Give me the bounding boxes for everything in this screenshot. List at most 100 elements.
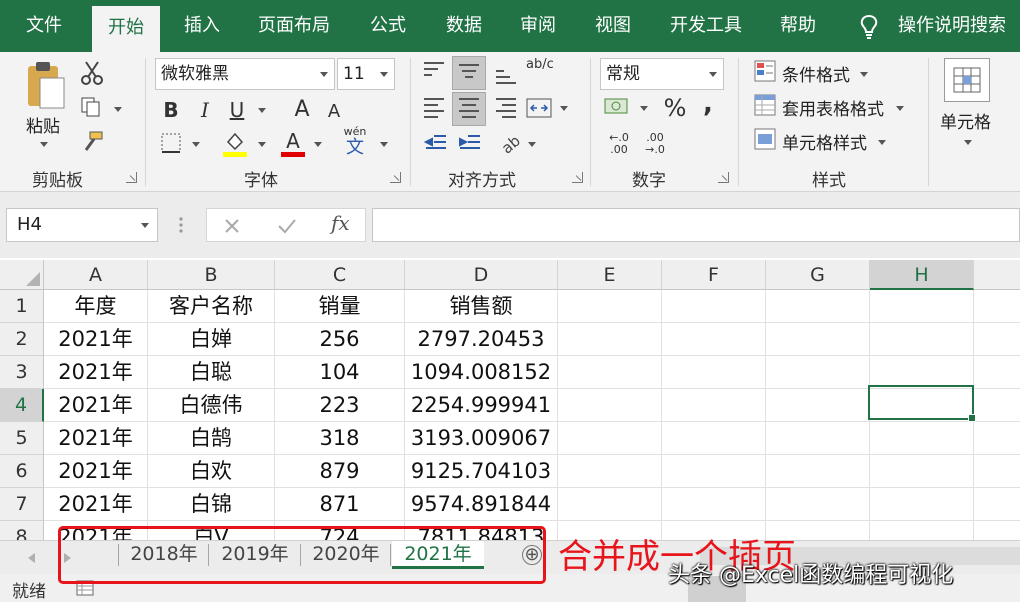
tab-developer[interactable]: 开发工具 bbox=[670, 0, 742, 52]
align-left-icon[interactable] bbox=[424, 98, 444, 122]
cell-g1[interactable] bbox=[766, 290, 870, 323]
cell-c6[interactable]: 879 bbox=[275, 455, 405, 488]
cell-a7[interactable]: 2021年 bbox=[44, 488, 148, 521]
cell-f6[interactable] bbox=[662, 455, 766, 488]
column-header-h[interactable]: H bbox=[870, 260, 974, 290]
merge-dropdown-icon[interactable] bbox=[560, 106, 568, 111]
row-header-8[interactable]: 8 bbox=[0, 521, 44, 540]
table-format-dropdown-icon[interactable] bbox=[896, 106, 904, 111]
cell-g5[interactable] bbox=[766, 422, 870, 455]
cell-g6[interactable] bbox=[766, 455, 870, 488]
column-header-g[interactable]: G bbox=[766, 260, 870, 290]
column-header-e[interactable]: E bbox=[558, 260, 662, 290]
row-header-6[interactable]: 6 bbox=[0, 455, 44, 488]
increase-decimal-button[interactable]: ←.0 .00 bbox=[604, 132, 634, 156]
cell-h7[interactable] bbox=[870, 488, 974, 521]
cell-h5[interactable] bbox=[870, 422, 974, 455]
alignment-launcher-icon[interactable] bbox=[572, 172, 583, 183]
cell-c2[interactable]: 256 bbox=[275, 323, 405, 356]
font-color-icon[interactable]: A bbox=[280, 130, 306, 158]
cell-c4[interactable]: 223 bbox=[275, 389, 405, 422]
align-right-icon[interactable] bbox=[496, 98, 516, 122]
cell-e5[interactable] bbox=[558, 422, 662, 455]
cell-b7[interactable]: 白锦 bbox=[148, 488, 275, 521]
orientation-dropdown-icon[interactable] bbox=[528, 142, 536, 147]
row-header-4[interactable]: 4 bbox=[0, 389, 44, 422]
underline-button[interactable]: U bbox=[226, 98, 248, 122]
font-color-dropdown-icon[interactable] bbox=[314, 142, 322, 147]
column-header-f[interactable]: F bbox=[662, 260, 766, 290]
cells-dropdown-icon[interactable] bbox=[964, 140, 972, 145]
row-header-2[interactable]: 2 bbox=[0, 323, 44, 356]
comma-style-button[interactable]: , bbox=[700, 91, 716, 117]
formula-input[interactable] bbox=[372, 208, 1020, 242]
drag-handle-icon[interactable] bbox=[176, 214, 186, 236]
percent-button[interactable]: % bbox=[662, 96, 688, 120]
paste-dropdown-icon[interactable] bbox=[40, 142, 48, 147]
cell-next2[interactable] bbox=[974, 323, 1020, 356]
cells-label[interactable]: 单元格 bbox=[940, 108, 991, 133]
tab-formulas[interactable]: 公式 bbox=[370, 0, 406, 52]
cell-d1[interactable]: 销售额 bbox=[405, 290, 558, 323]
row-header-3[interactable]: 3 bbox=[0, 356, 44, 389]
cell-g2[interactable] bbox=[766, 323, 870, 356]
table-format-icon[interactable] bbox=[754, 94, 776, 116]
cell-styles-dropdown-icon[interactable] bbox=[878, 140, 886, 145]
cell-a2[interactable]: 2021年 bbox=[44, 323, 148, 356]
currency-dropdown-icon[interactable] bbox=[640, 106, 648, 111]
phonetic-guide-button[interactable]: wén 文 bbox=[340, 126, 370, 158]
cell-f7[interactable] bbox=[662, 488, 766, 521]
tab-view[interactable]: 视图 bbox=[595, 0, 631, 52]
cell-styles-icon[interactable] bbox=[754, 128, 776, 150]
cell-b5[interactable]: 白鹄 bbox=[148, 422, 275, 455]
phonetic-dropdown-icon[interactable] bbox=[380, 142, 388, 147]
row-header-7[interactable]: 7 bbox=[0, 488, 44, 521]
cell-g3[interactable] bbox=[766, 356, 870, 389]
cell-e7[interactable] bbox=[558, 488, 662, 521]
cell-d3[interactable]: 1094.008152 bbox=[405, 356, 558, 389]
cell-c5[interactable]: 318 bbox=[275, 422, 405, 455]
tab-review[interactable]: 审阅 bbox=[520, 0, 556, 52]
cell-h8[interactable] bbox=[870, 521, 974, 540]
tab-file[interactable]: 文件 bbox=[26, 0, 62, 52]
column-header-next[interactable] bbox=[974, 260, 1020, 290]
cell-b4[interactable]: 白德伟 bbox=[148, 389, 275, 422]
cell-d7[interactable]: 9574.891844 bbox=[405, 488, 558, 521]
tab-help[interactable]: 帮助 bbox=[780, 0, 816, 52]
cell-f5[interactable] bbox=[662, 422, 766, 455]
cell-d5[interactable]: 3193.009067 bbox=[405, 422, 558, 455]
cell-next6[interactable] bbox=[974, 455, 1020, 488]
cell-styles-button[interactable]: 单元格样式 bbox=[782, 129, 867, 154]
cell-d2[interactable]: 2797.20453 bbox=[405, 323, 558, 356]
cell-f3[interactable] bbox=[662, 356, 766, 389]
merge-center-icon[interactable] bbox=[526, 96, 552, 120]
cell-f4[interactable] bbox=[662, 389, 766, 422]
cells-insert-button[interactable] bbox=[944, 58, 990, 102]
cell-e6[interactable] bbox=[558, 455, 662, 488]
cell-b3[interactable]: 白聪 bbox=[148, 356, 275, 389]
increase-font-button[interactable]: A bbox=[290, 98, 314, 122]
column-header-a[interactable]: A bbox=[44, 260, 148, 290]
tell-me-search[interactable]: 操作说明搜索 bbox=[898, 0, 1006, 52]
increase-indent-icon[interactable] bbox=[458, 132, 482, 154]
cell-g4[interactable] bbox=[766, 389, 870, 422]
number-launcher-icon[interactable] bbox=[718, 172, 729, 183]
italic-button[interactable]: I bbox=[194, 98, 216, 122]
tab-page-layout[interactable]: 页面布局 bbox=[258, 0, 330, 52]
fill-color-dropdown-icon[interactable] bbox=[258, 142, 266, 147]
align-top-icon[interactable] bbox=[424, 62, 444, 80]
format-painter-icon[interactable] bbox=[80, 130, 104, 152]
lightbulb-icon[interactable] bbox=[858, 14, 880, 40]
decrease-font-button[interactable]: A bbox=[324, 100, 344, 124]
tab-home[interactable]: 开始 bbox=[92, 6, 160, 52]
cancel-icon[interactable] bbox=[223, 217, 241, 235]
currency-icon[interactable] bbox=[604, 96, 630, 118]
orientation-angle-icon[interactable]: ab bbox=[498, 132, 522, 154]
column-header-d[interactable]: D bbox=[405, 260, 558, 290]
number-format-select[interactable]: 常规 bbox=[600, 58, 724, 90]
paste-label[interactable]: 粘贴 bbox=[26, 112, 60, 137]
cell-b6[interactable]: 白欢 bbox=[148, 455, 275, 488]
cell-d6[interactable]: 9125.704103 bbox=[405, 455, 558, 488]
cell-h2[interactable] bbox=[870, 323, 974, 356]
cell-next7[interactable] bbox=[974, 488, 1020, 521]
